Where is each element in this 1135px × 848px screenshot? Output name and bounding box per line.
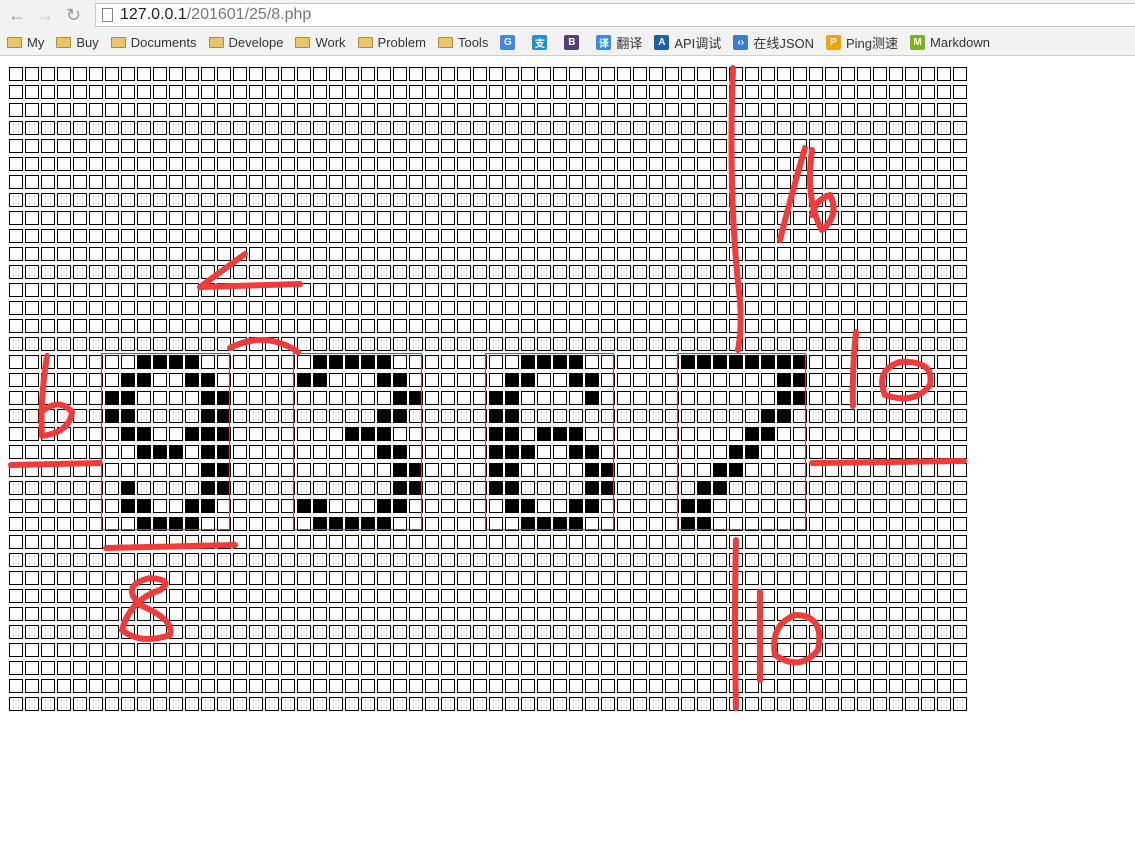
annotation-4 bbox=[197, 251, 303, 355]
annotation-6 bbox=[38, 353, 75, 439]
annotation-8 bbox=[119, 575, 174, 642]
annotation-underline-right bbox=[809, 458, 967, 466]
handwritten-annotations bbox=[8, 65, 967, 711]
annotation-16 bbox=[777, 145, 837, 243]
annotation-underline-left bbox=[8, 460, 103, 468]
annotation-10-bottom bbox=[757, 589, 823, 683]
annotation-divider-bottom bbox=[732, 537, 739, 711]
annotation-10-right bbox=[849, 329, 934, 409]
annotation-underline-bottom bbox=[103, 542, 238, 551]
annotation-divider-top bbox=[728, 65, 744, 353]
